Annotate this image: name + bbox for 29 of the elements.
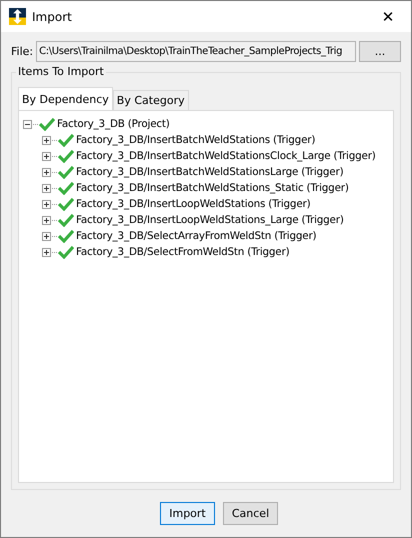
expander-icon[interactable] [42,136,51,144]
group-title: Items To Import [16,65,106,78]
file-label: File: [11,45,34,58]
tree-item[interactable]: Factory_3_DB/InsertBatchWeldStations (Trigger) [76,134,316,146]
tree-item[interactable]: Factory_3_DB (Project) [57,118,170,130]
import-button[interactable]: Import [160,502,215,525]
tree-item[interactable]: Factory_3_DB/SelectFromWeldStn (Trigger) [76,246,290,258]
tree-item[interactable]: Factory_3_DB/InsertBatchWeldStationsLarge (Trigger) [76,166,344,178]
expander-icon[interactable] [23,120,32,128]
expander-icon[interactable] [42,184,51,192]
tree-item[interactable]: Factory_3_DB/SelectArrayFromWeldStn (Trigger) [76,230,316,242]
expander-icon[interactable] [42,216,51,224]
expander-icon[interactable] [42,200,51,208]
expander-icon[interactable] [42,248,51,256]
tree-item[interactable]: Factory_3_DB/InsertBatchWeldStations_Static (Trigger) [76,182,349,194]
expander-icon[interactable] [42,168,51,176]
window-title: Import [32,10,73,24]
tree-item[interactable]: Factory_3_DB/InsertLoopWeldStations_Large (Trigger) [76,214,344,226]
tab[interactable]: By Dependency [18,87,113,110]
file-path-field[interactable]: C:\Users\Trainilma\Desktop\TrainTheTeacher_SampleProjects_Trig [36,41,356,62]
expander-icon[interactable] [42,152,51,160]
app-icon [9,8,26,25]
tab[interactable]: By Category [112,90,189,110]
tree-item[interactable]: Factory_3_DB/InsertBatchWeldStationsClock_Large (Trigger) [76,150,376,162]
browse-button[interactable]: ... [359,41,401,62]
expander-icon[interactable] [42,232,51,240]
tree-item[interactable]: Factory_3_DB/InsertLoopWeldStations (Trigger) [76,198,310,210]
cancel-button[interactable]: Cancel [223,502,278,525]
close-button[interactable]: ✕ [365,1,411,32]
